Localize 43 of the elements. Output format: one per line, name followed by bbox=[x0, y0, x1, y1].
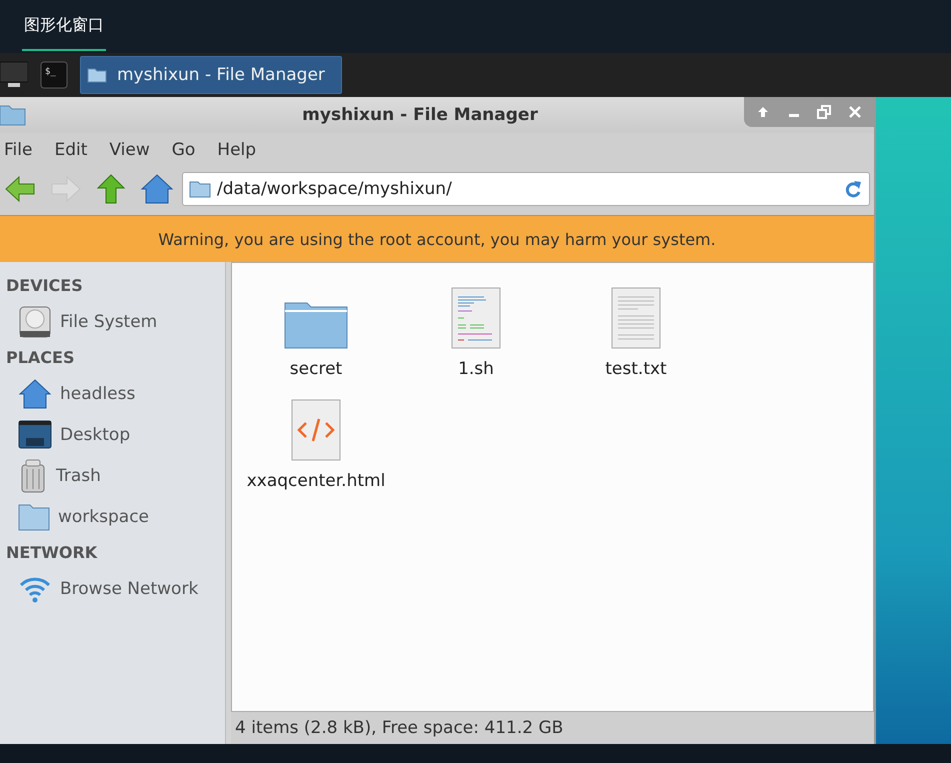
maximize-icon[interactable] bbox=[817, 105, 832, 119]
section-heading: NETWORK bbox=[5, 542, 98, 564]
sidebar-item[interactable]: workspace bbox=[0, 496, 225, 537]
warning-banner: Warning, you are using the root account, you may harm your system. bbox=[0, 215, 874, 262]
menu-item[interactable]: Edit bbox=[54, 140, 88, 160]
folder-icon bbox=[87, 67, 107, 83]
directory-entry[interactable]: secret bbox=[236, 275, 396, 387]
html-file-icon bbox=[291, 399, 341, 461]
directory-entry[interactable]: test.txt bbox=[556, 275, 716, 387]
location-field[interactable]: /data/workspace/myshixun/ bbox=[182, 172, 870, 206]
sidebar-item[interactable]: Browse Network bbox=[0, 568, 225, 609]
menu-item[interactable]: View bbox=[109, 140, 150, 160]
desktop-icon bbox=[18, 420, 52, 450]
directory-entry[interactable]: xxaqcenter.html bbox=[236, 387, 396, 499]
folder-icon bbox=[189, 180, 211, 198]
up-arrow-icon[interactable] bbox=[96, 173, 126, 205]
top-tab[interactable]: 图形化窗口 bbox=[22, 0, 106, 53]
sidebar-item[interactable]: Desktop bbox=[0, 414, 225, 455]
home-icon bbox=[18, 376, 52, 410]
directory-entry[interactable]: 1.sh bbox=[396, 275, 556, 387]
home-icon[interactable] bbox=[140, 173, 174, 205]
sidebar-item[interactable]: File System bbox=[0, 301, 225, 342]
close-icon[interactable] bbox=[848, 105, 862, 119]
section-heading: PLACES bbox=[5, 347, 76, 369]
status-text: 4 items (2.8 kB), Free space: 411.2 GB bbox=[235, 718, 564, 738]
taskbar-window-button[interactable]: myshixun - File Manager bbox=[80, 56, 342, 94]
folder-icon bbox=[18, 502, 50, 530]
hard-drive-icon bbox=[18, 304, 52, 338]
menu-item[interactable]: File bbox=[4, 140, 32, 160]
back-arrow-icon[interactable] bbox=[4, 174, 36, 204]
window-title: myshixun - File Manager bbox=[302, 105, 538, 125]
menu-item[interactable]: Go bbox=[172, 140, 196, 160]
script-file-icon bbox=[451, 287, 501, 349]
arrow-up-icon[interactable] bbox=[756, 105, 770, 119]
text-file-icon bbox=[611, 287, 661, 349]
reload-icon[interactable] bbox=[843, 178, 863, 200]
sidebar-item[interactable]: headless bbox=[0, 373, 225, 414]
sidebar-item[interactable]: Trash bbox=[0, 455, 225, 496]
section-heading: DEVICES bbox=[5, 275, 84, 297]
monitor-icon[interactable] bbox=[0, 60, 28, 90]
terminal-icon[interactable]: $_ bbox=[40, 61, 68, 89]
folder-icon bbox=[0, 103, 26, 127]
menu-item[interactable]: Help bbox=[217, 140, 256, 160]
